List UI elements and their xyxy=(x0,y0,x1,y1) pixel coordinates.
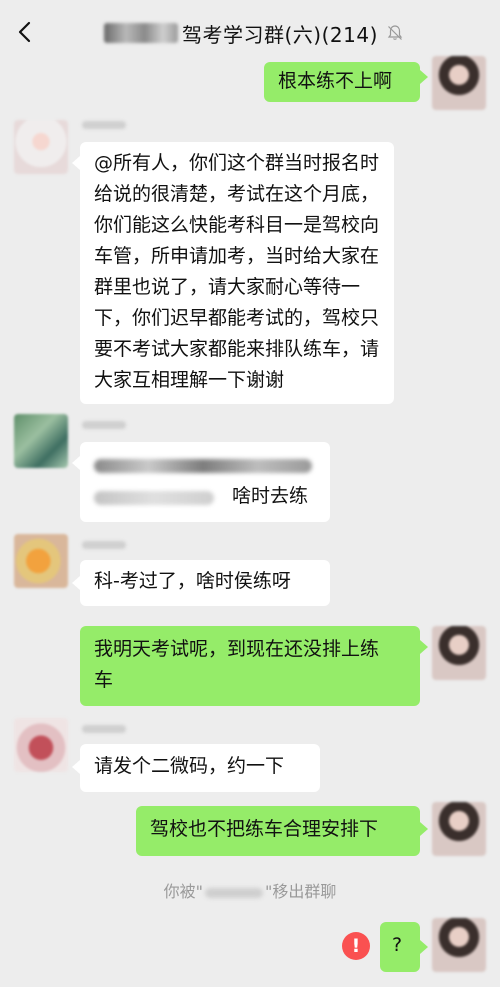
message-text-line: 车 xyxy=(94,669,114,691)
message-text: 根本练不上啊 xyxy=(278,70,393,92)
avatar-self[interactable] xyxy=(432,56,486,110)
avatar-member[interactable] xyxy=(14,534,68,588)
message-text-line: 车管，所申请加考，当时给大家在 xyxy=(94,245,380,267)
message-bubble-other[interactable]: 科-考过了，啥时侯练呀 xyxy=(80,560,330,606)
message-bubble-self[interactable]: 根本练不上啊 xyxy=(264,62,420,102)
chat-title-area[interactable]: 驾考学习群(六)(214) xyxy=(104,20,404,47)
message-text: 驾校也不把练车合理安排下 xyxy=(150,818,379,840)
bubble-tail xyxy=(72,760,80,774)
message-text: ? xyxy=(392,934,403,956)
bubble-tail xyxy=(420,70,428,84)
message-text-line: 群里也说了，请大家耐心等待一 xyxy=(94,276,361,298)
bubble-tail xyxy=(420,640,428,654)
redacted-name xyxy=(104,23,178,43)
message-bubble-self[interactable]: 驾校也不把练车合理安排下 xyxy=(136,806,420,856)
message-text-line: 要不考试大家都能来排队练车，请 xyxy=(94,338,380,360)
message-text-line: @所有人，你们这个群当时报名时 xyxy=(94,152,380,174)
avatar-member[interactable] xyxy=(14,120,68,174)
bubble-tail xyxy=(72,456,80,470)
message-text-line: 你们能这么快能考科目一是驾校向 xyxy=(94,214,380,236)
message-text: 请发个二微码，约一下 xyxy=(94,755,285,777)
bubble-tail xyxy=(72,576,80,590)
avatar-self[interactable] xyxy=(432,626,486,680)
message-text-line: 给说的很清楚，考试在这个月底， xyxy=(94,183,380,205)
bell-muted-icon xyxy=(387,25,403,40)
sender-name xyxy=(82,121,126,129)
avatar-member[interactable] xyxy=(14,718,68,772)
message-bubble-self[interactable]: 我明天考试呢，到现在还没排上练 车 xyxy=(80,626,420,706)
system-notice: 你被" "移出群聊 xyxy=(0,878,500,902)
message-bubble-other[interactable]: @所有人，你们这个群当时报名时 给说的很清楚，考试在这个月底， 你们能这么快能考… xyxy=(80,142,394,404)
bubble-tail xyxy=(420,822,428,836)
message-text: 科-考过了，啥时侯练呀 xyxy=(94,570,291,592)
chevron-left-icon[interactable] xyxy=(14,20,38,44)
bubble-tail xyxy=(420,940,428,954)
redacted-text xyxy=(94,491,214,505)
sender-name xyxy=(82,725,126,733)
message-text-line: 大家互相理解一下谢谢 xyxy=(94,369,285,391)
sender-name xyxy=(82,421,126,429)
message-text-line: 下，你们迟早都能考试的，驾校只 xyxy=(94,307,380,329)
system-notice-prefix: 你被" xyxy=(163,882,203,901)
sender-name xyxy=(82,541,126,549)
message-bubble-other[interactable]: 啥时去练 xyxy=(80,442,330,522)
group-title: 驾考学习群(六)(214) xyxy=(182,22,378,47)
message-bubble-other[interactable]: 请发个二微码，约一下 xyxy=(80,744,320,792)
send-failed-icon[interactable]: ! xyxy=(342,932,370,960)
redacted-name xyxy=(205,887,263,898)
avatar-member[interactable] xyxy=(14,414,68,468)
system-notice-suffix: "移出群聊 xyxy=(265,882,337,901)
redacted-text xyxy=(94,459,312,473)
avatar-self[interactable] xyxy=(432,802,486,856)
message-text-line: 我明天考试呢，到现在还没排上练 xyxy=(94,638,380,660)
chat-header: 驾考学习群(六)(214) xyxy=(0,0,500,62)
message-text: 啥时去练 xyxy=(232,485,309,507)
avatar-self[interactable] xyxy=(432,918,486,972)
bubble-tail xyxy=(72,156,80,170)
message-bubble-self[interactable]: ? xyxy=(380,922,420,972)
